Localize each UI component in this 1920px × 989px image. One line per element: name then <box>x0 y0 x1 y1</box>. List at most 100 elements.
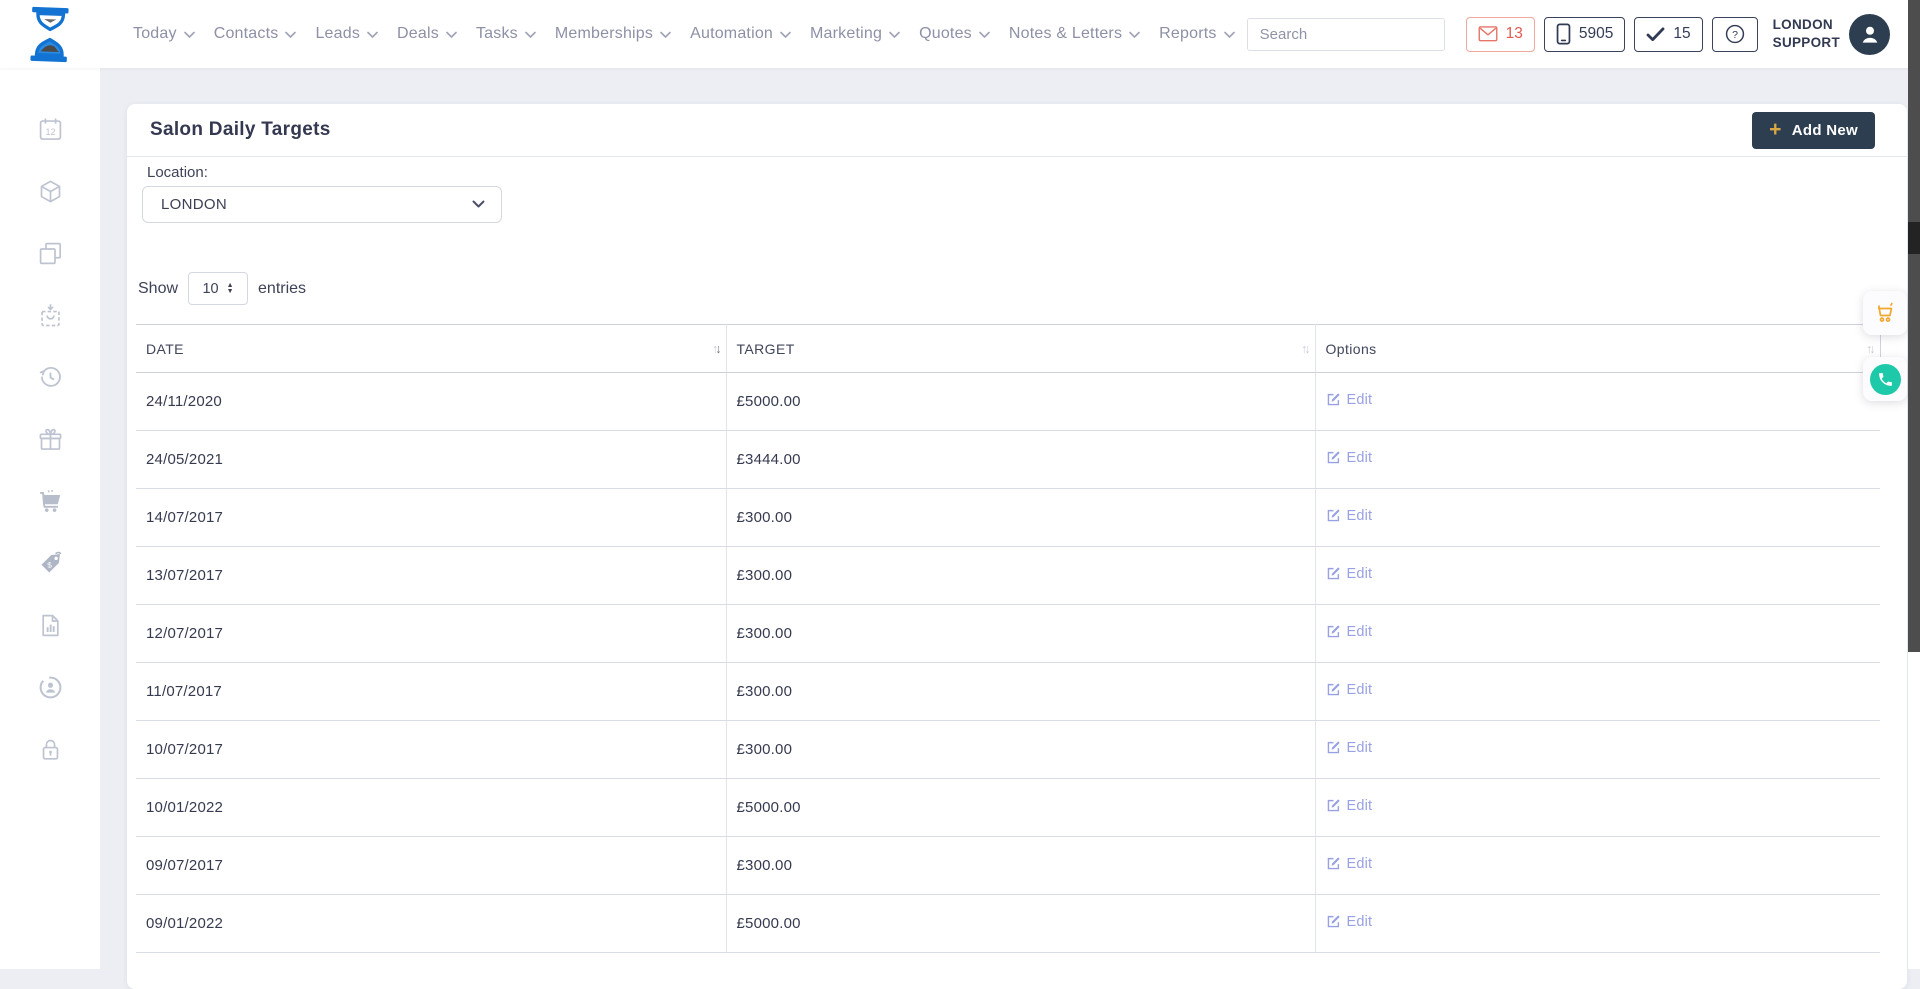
date-cell: 24/05/2021 <box>136 431 726 489</box>
page-size-select[interactable]: 10 ▲▼ <box>188 272 248 305</box>
target-cell: £300.00 <box>726 605 1315 663</box>
nav-item-quotes[interactable]: Quotes <box>919 25 990 43</box>
table-row: 09/07/2017 £300.00 Edit <box>136 837 1880 895</box>
edit-pencil-icon <box>1326 508 1341 523</box>
chevron-down-icon <box>525 31 536 39</box>
sidebar-item-duplicates[interactable] <box>37 240 64 267</box>
sidebar-item-history[interactable] <box>37 364 64 391</box>
location-select[interactable]: LONDON <box>142 186 502 223</box>
avatar[interactable] <box>1849 14 1890 55</box>
add-new-button[interactable]: + Add New <box>1752 112 1875 149</box>
nav-item-today[interactable]: Today <box>133 25 195 43</box>
nav-item-notes-letters[interactable]: Notes & Letters <box>1009 25 1140 43</box>
nav-item-label: Automation <box>690 25 773 43</box>
edit-link[interactable]: Edit <box>1326 914 1373 930</box>
nav-item-automation[interactable]: Automation <box>690 25 791 43</box>
sidebar-item-calendar[interactable]: 12 <box>37 116 64 143</box>
location-label: Location: <box>147 164 208 181</box>
top-bar: Today Contacts Leads Deals <box>0 0 1920 68</box>
column-header-options[interactable]: Options ↑↓ <box>1315 325 1880 373</box>
phone-widget-button[interactable] <box>1863 357 1907 401</box>
nav-item-label: Reports <box>1159 25 1216 43</box>
nav-item-memberships[interactable]: Memberships <box>555 25 671 43</box>
calls-badge[interactable]: 5905 <box>1544 17 1625 52</box>
target-cell: £300.00 <box>726 489 1315 547</box>
date-cell: 13/07/2017 <box>136 547 726 605</box>
edit-link[interactable]: Edit <box>1326 450 1373 466</box>
sidebar-item-cart[interactable] <box>37 488 64 515</box>
edit-pencil-icon <box>1326 914 1341 929</box>
edit-pencil-icon <box>1326 740 1341 755</box>
chevron-down-icon <box>979 31 990 39</box>
date-cell: 14/07/2017 <box>136 489 726 547</box>
chevron-down-icon <box>184 31 195 39</box>
clone-windows-icon <box>37 240 64 267</box>
nav-item-tasks[interactable]: Tasks <box>476 25 536 43</box>
sidebar-item-reports[interactable] <box>37 612 64 639</box>
svg-text:12: 12 <box>45 127 55 137</box>
edit-pencil-icon <box>1326 624 1341 639</box>
spinner-arrows-icon: ▲▼ <box>227 283 234 294</box>
nav-item-contacts[interactable]: Contacts <box>214 25 297 43</box>
edit-pencil-icon <box>1326 566 1341 581</box>
date-cell: 12/07/2017 <box>136 605 726 663</box>
scrollbar-thumb[interactable] <box>1908 0 1920 652</box>
table-row: 12/07/2017 £300.00 Edit <box>136 605 1880 663</box>
nav-item-reports[interactable]: Reports <box>1159 25 1234 43</box>
user-name: LONDON SUPPORT <box>1773 16 1840 51</box>
add-new-label: Add New <box>1792 122 1858 139</box>
edit-link[interactable]: Edit <box>1326 740 1373 756</box>
location-select-value: LONDON <box>161 196 472 213</box>
edit-label: Edit <box>1347 798 1373 814</box>
sidebar-item-security[interactable] <box>37 736 64 763</box>
targets-table-wrap: DATE ↑↓ TARGET ↑↓ Options ↑↓ <box>136 324 1880 953</box>
edit-link[interactable]: Edit <box>1326 624 1373 640</box>
main-panel: Salon Daily Targets + Add New Location: … <box>127 104 1907 989</box>
table-row: 09/01/2022 £5000.00 Edit <box>136 895 1880 953</box>
edit-link[interactable]: Edit <box>1326 566 1373 582</box>
chevron-down-icon <box>660 31 671 39</box>
search-input[interactable] <box>1248 19 1445 50</box>
messages-badge[interactable]: 13 <box>1466 17 1535 52</box>
cart-widget-button[interactable] <box>1863 291 1907 335</box>
tasks-count: 15 <box>1673 25 1690 43</box>
sidebar-item-account[interactable] <box>37 674 64 701</box>
hourglass-logo-icon <box>24 6 76 63</box>
search-box <box>1247 18 1445 51</box>
column-header-date[interactable]: DATE ↑↓ <box>136 325 726 373</box>
user-circle-icon <box>37 674 64 701</box>
tasks-badge[interactable]: 15 <box>1634 17 1702 52</box>
check-icon <box>1646 27 1665 42</box>
bar-chart-document-icon <box>37 612 64 639</box>
sort-icon-date: ↑↓ <box>712 342 719 356</box>
chevron-down-icon <box>780 31 791 39</box>
page-scrollbar[interactable] <box>1908 0 1920 969</box>
app-logo[interactable] <box>24 6 76 63</box>
calls-count: 5905 <box>1579 25 1613 43</box>
sidebar-item-products[interactable] <box>37 178 64 205</box>
nav-item-label: Memberships <box>555 25 653 43</box>
nav-item-marketing[interactable]: Marketing <box>810 25 900 43</box>
page-size-control: Show 10 ▲▼ entries <box>138 272 306 305</box>
nav-item-leads[interactable]: Leads <box>315 25 378 43</box>
sidebar-item-pricing[interactable]: $ <box>37 550 64 577</box>
plus-icon: + <box>1769 119 1782 140</box>
edit-link[interactable]: Edit <box>1326 392 1373 408</box>
date-cell: 24/11/2020 <box>136 373 726 431</box>
options-cell: Edit <box>1315 605 1880 663</box>
help-badge[interactable]: ? <box>1712 17 1758 52</box>
edit-link[interactable]: Edit <box>1326 856 1373 872</box>
nav-item-deals[interactable]: Deals <box>397 25 457 43</box>
table-row: 10/01/2022 £5000.00 Edit <box>136 779 1880 837</box>
target-cell: £5000.00 <box>726 373 1315 431</box>
sidebar-item-orders[interactable] <box>37 302 64 329</box>
nav-item-label: Contacts <box>214 25 279 43</box>
edit-link[interactable]: Edit <box>1326 682 1373 698</box>
column-header-target[interactable]: TARGET ↑↓ <box>726 325 1315 373</box>
edit-link[interactable]: Edit <box>1326 508 1373 524</box>
edit-link[interactable]: Edit <box>1326 798 1373 814</box>
target-cell: £5000.00 <box>726 895 1315 953</box>
options-cell: Edit <box>1315 489 1880 547</box>
nav-item-label: Today <box>133 25 177 43</box>
sidebar-item-gifts[interactable] <box>37 426 64 453</box>
